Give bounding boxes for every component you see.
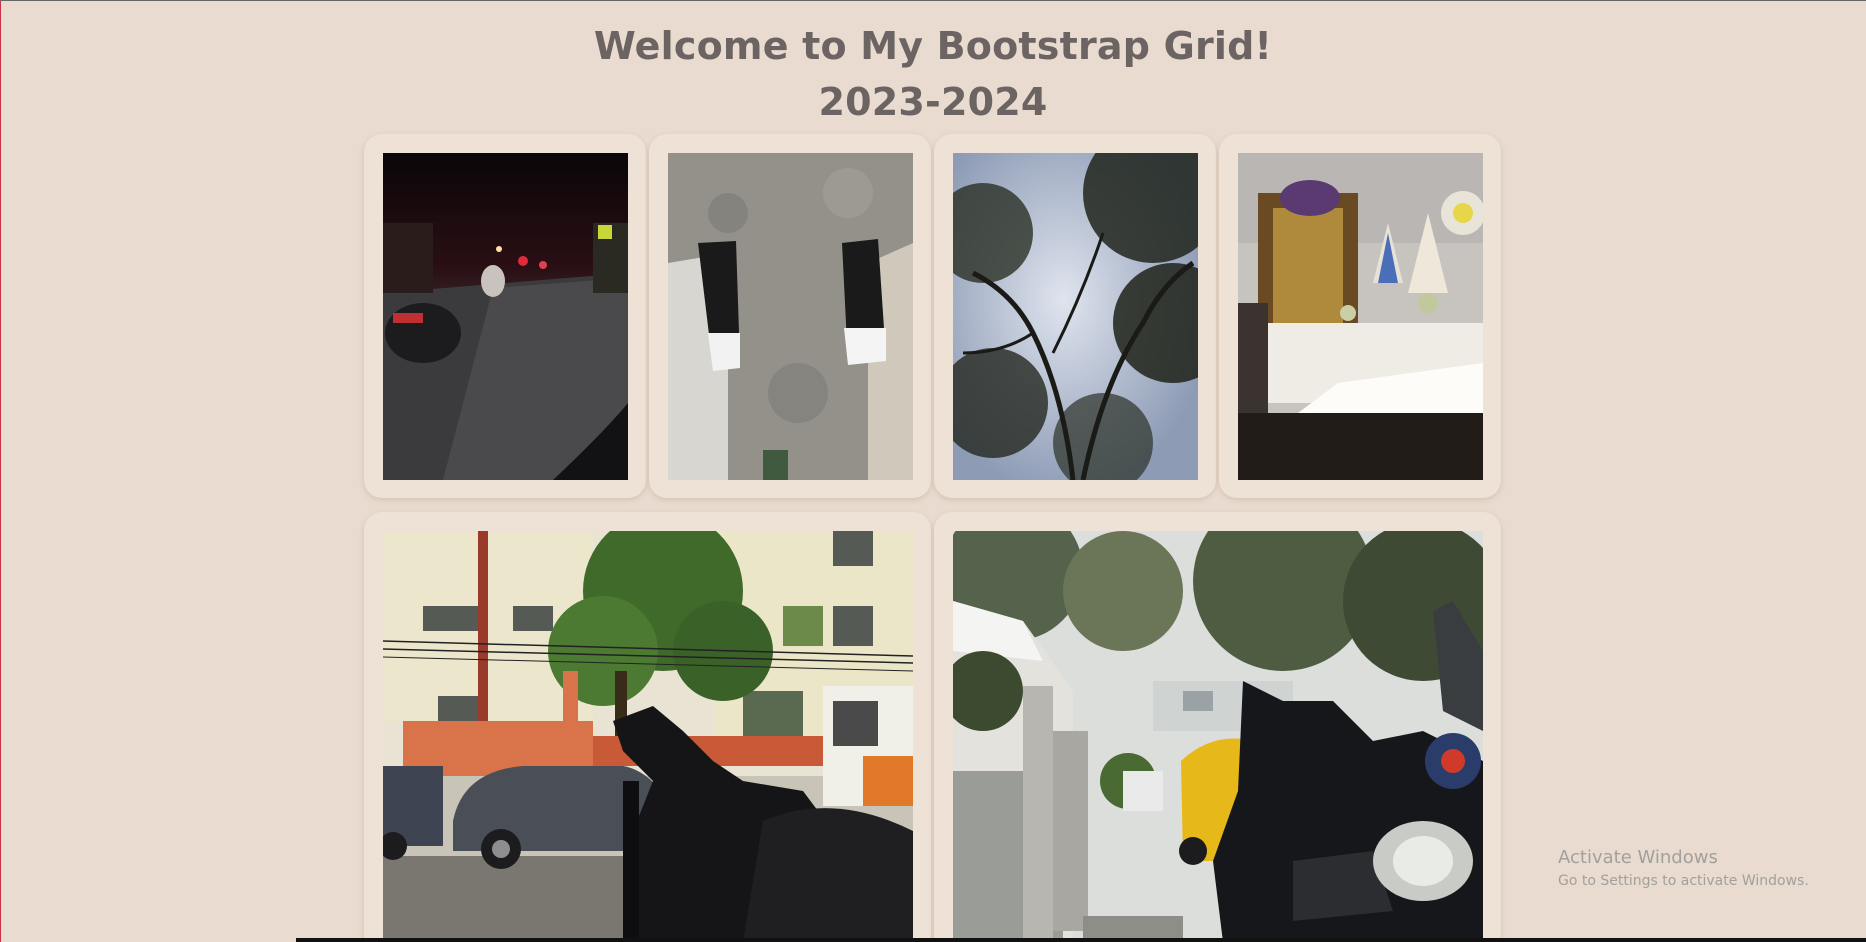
photo-tree-canopy[interactable]	[953, 153, 1198, 480]
photo-night-street[interactable]	[383, 153, 628, 480]
photo-church-altar-image	[1238, 153, 1483, 480]
photo-alley-motorcycles[interactable]	[953, 531, 1483, 942]
photo-sneakers[interactable]	[668, 153, 913, 480]
taskbar-edge	[296, 938, 1866, 942]
photo-rainy-street-image	[383, 531, 913, 942]
window-edge-top	[0, 0, 1866, 1]
page-title: Welcome to My Bootstrap Grid!	[593, 24, 1273, 68]
watermark-title: Activate Windows	[1558, 847, 1718, 868]
page-subtitle: 2023-2024	[818, 80, 1048, 124]
photo-sneakers-image	[668, 153, 913, 480]
watermark-subtitle: Go to Settings to activate Windows.	[1558, 873, 1809, 889]
photo-church-altar[interactable]	[1238, 153, 1483, 480]
photo-rainy-street[interactable]	[383, 531, 913, 942]
photo-alley-motorcycles-image	[953, 531, 1483, 942]
window-edge-left	[0, 0, 1, 942]
page-header: Welcome to My Bootstrap Grid! 2023-2024	[0, 18, 1866, 130]
photo-tree-canopy-image	[953, 153, 1198, 480]
windows-activation-watermark: Activate Windows Go to Settings to activ…	[1558, 846, 1809, 892]
photo-night-street-image	[383, 153, 628, 480]
